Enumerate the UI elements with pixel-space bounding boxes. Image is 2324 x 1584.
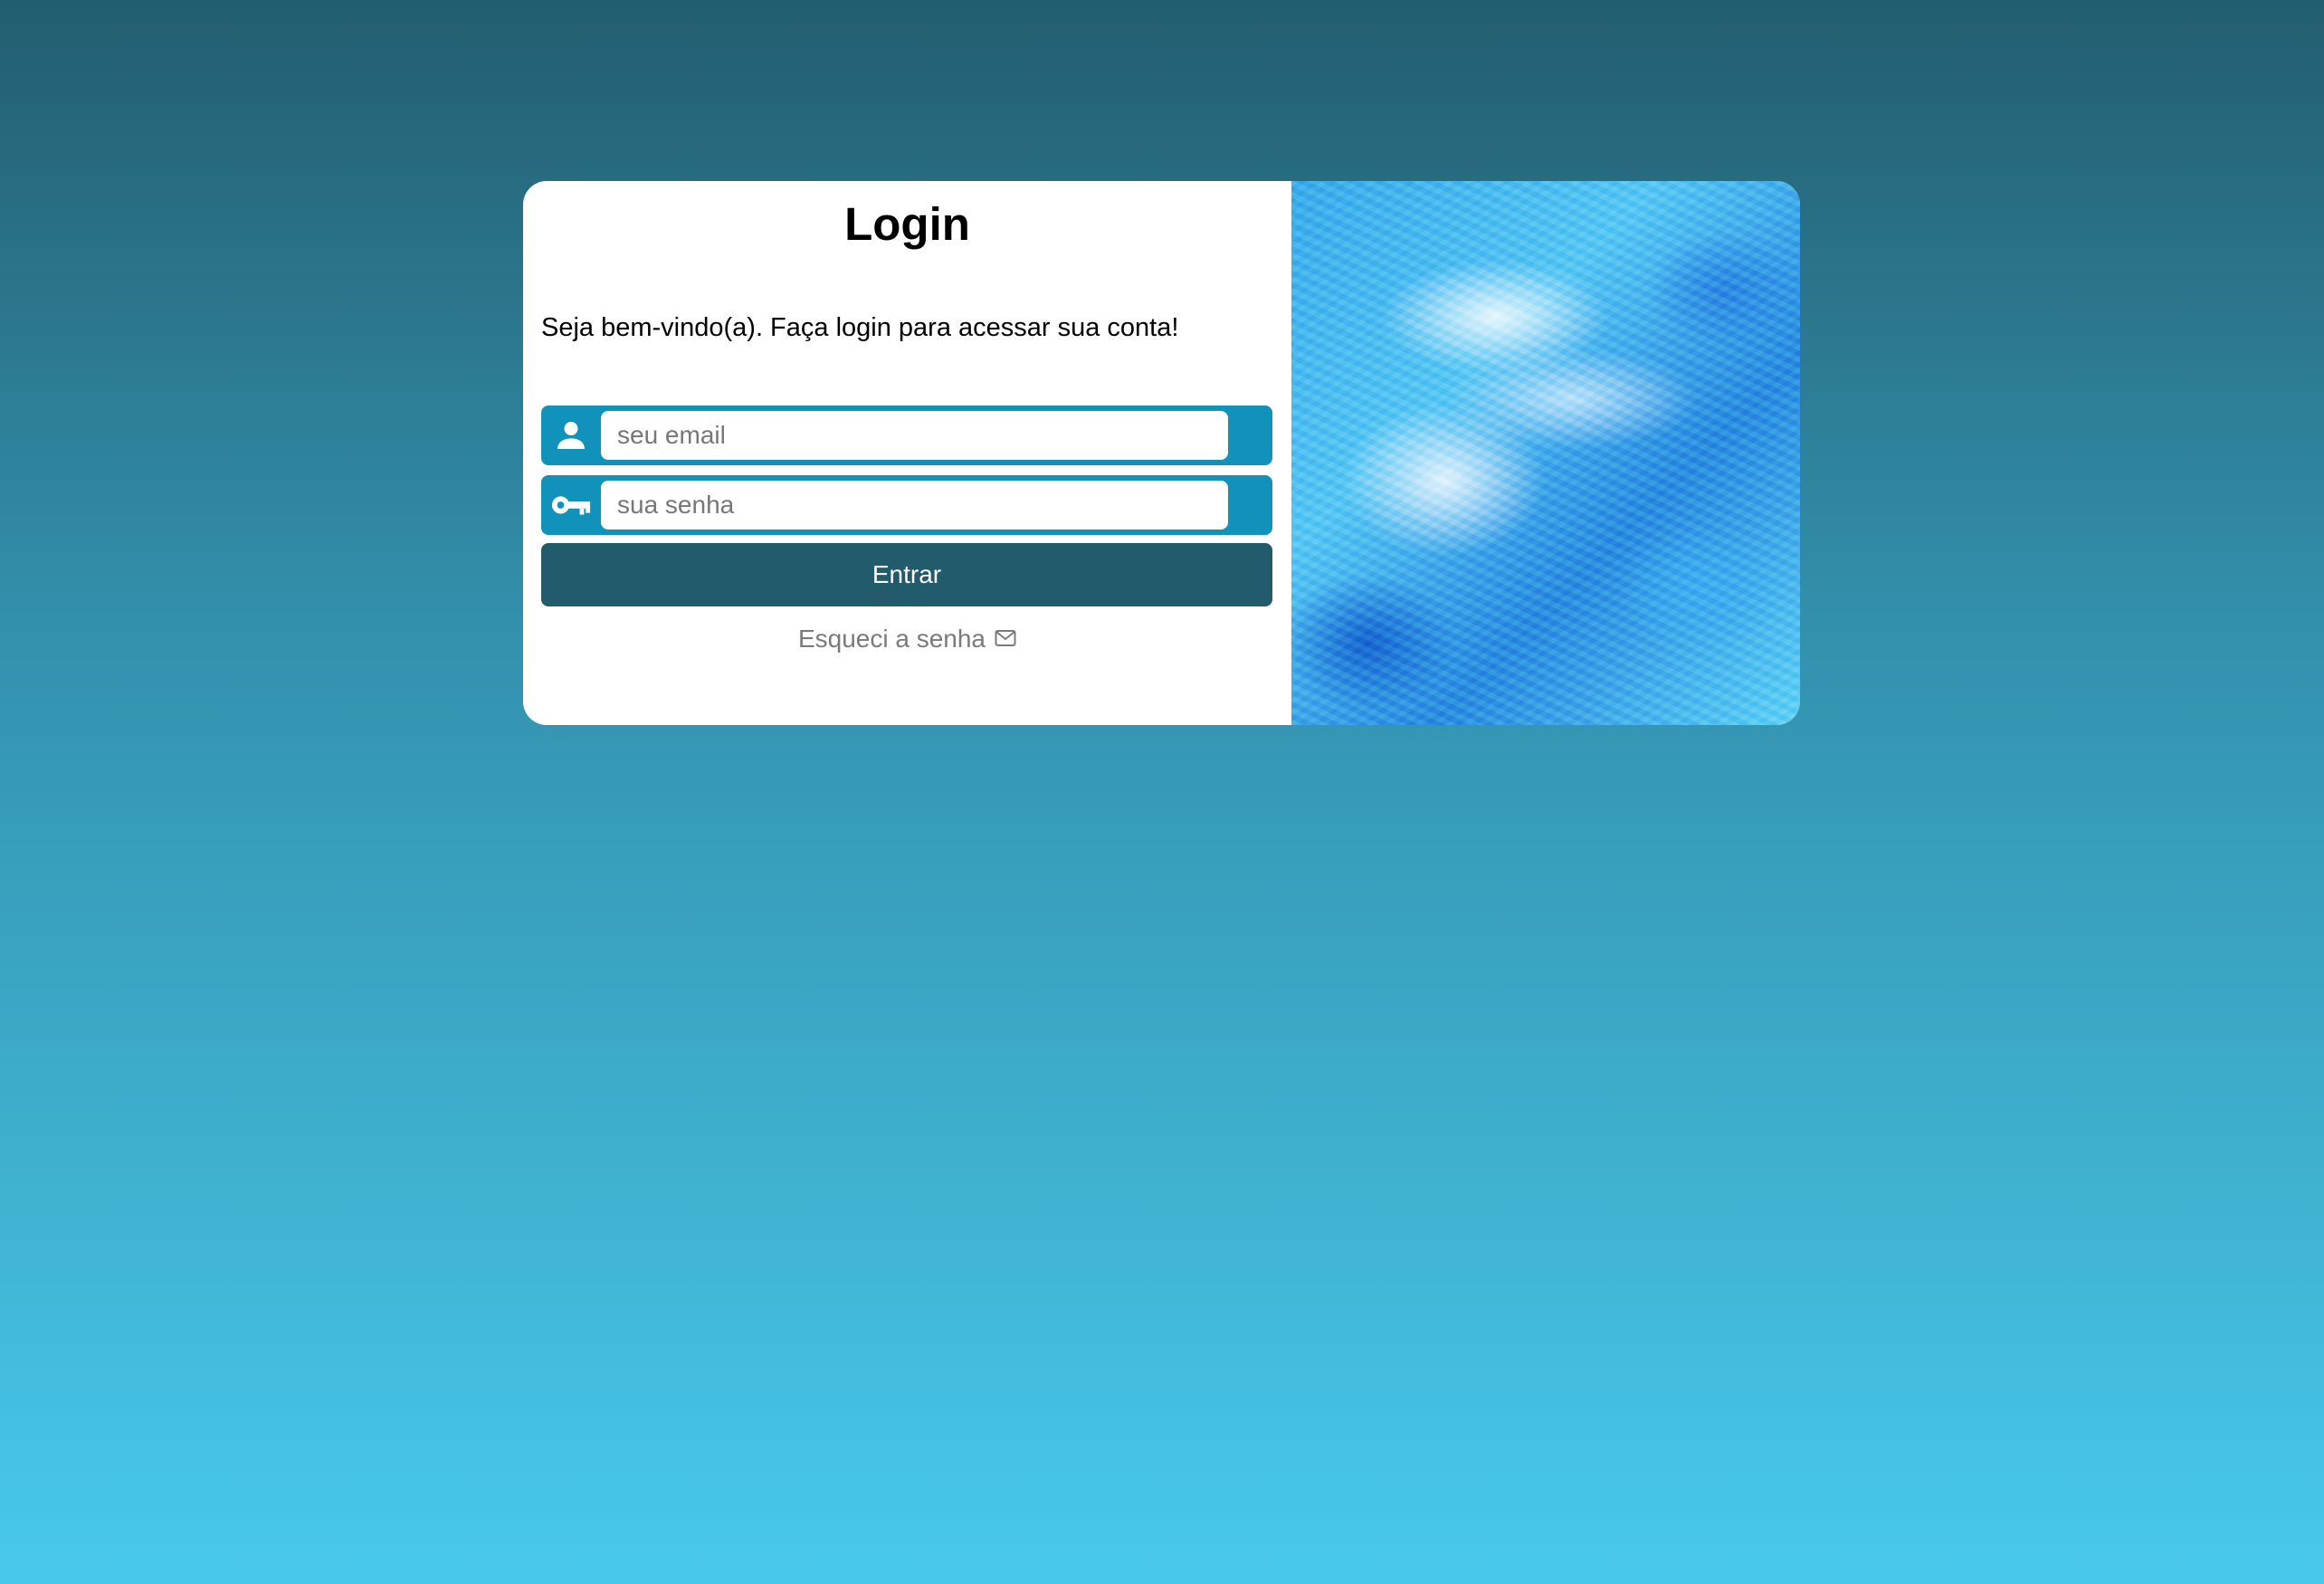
mail-icon[interactable]	[995, 623, 1016, 655]
login-form: Login Seja bem-vindo(a). Faça login para…	[523, 181, 1291, 725]
login-button[interactable]: Entrar	[541, 543, 1272, 606]
email-field-group	[541, 406, 1272, 465]
welcome-message: Seja bem-vindo(a). Faça login para acess…	[541, 313, 1179, 342]
forgot-password-link[interactable]: Esqueci a senha	[798, 623, 986, 655]
login-card: Login Seja bem-vindo(a). Faça login para…	[523, 181, 1800, 725]
key-icon	[548, 482, 594, 528]
forgot-password-row: Esqueci a senha	[523, 623, 1291, 655]
user-icon	[548, 413, 594, 458]
email-input[interactable]	[601, 411, 1228, 460]
password-field-group	[541, 475, 1272, 535]
page-title: Login	[844, 198, 970, 250]
password-input[interactable]	[601, 481, 1228, 530]
decorative-image	[1291, 181, 1800, 725]
